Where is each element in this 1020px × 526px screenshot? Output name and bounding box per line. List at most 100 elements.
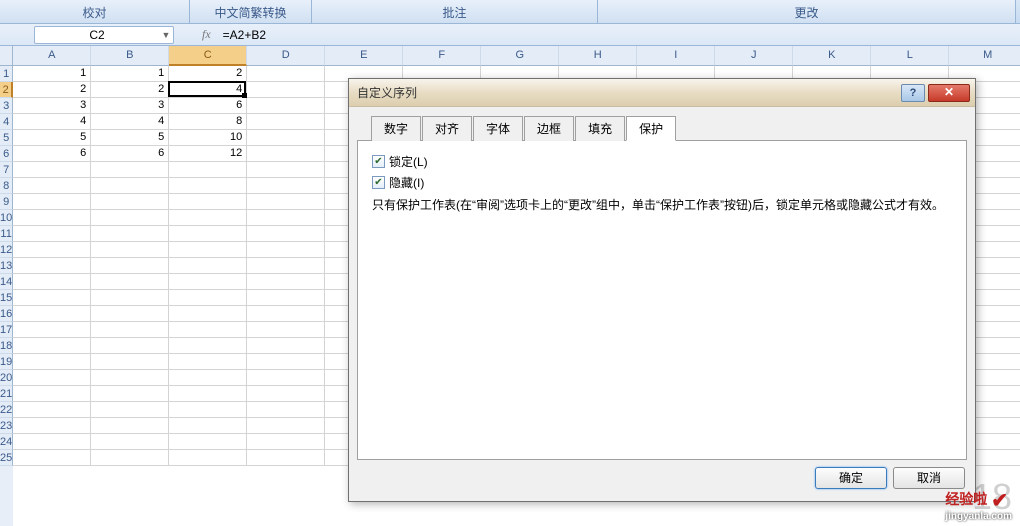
row-header[interactable]: 14 xyxy=(0,274,13,290)
ok-button[interactable]: 确定 xyxy=(815,467,887,489)
column-header[interactable]: F xyxy=(403,46,481,66)
cell[interactable] xyxy=(247,98,325,114)
cell[interactable] xyxy=(247,370,325,386)
cell[interactable] xyxy=(247,242,325,258)
cell[interactable] xyxy=(247,418,325,434)
row-header[interactable]: 20 xyxy=(0,370,13,386)
row-header[interactable]: 11 xyxy=(0,226,13,242)
cell[interactable] xyxy=(91,386,169,402)
column-header[interactable]: C xyxy=(169,46,247,66)
cell[interactable] xyxy=(91,418,169,434)
cell[interactable] xyxy=(169,242,247,258)
cell[interactable] xyxy=(247,130,325,146)
formula-input[interactable]: =A2+B2 xyxy=(219,28,270,42)
name-box[interactable]: C2 ▼ xyxy=(34,26,174,44)
cell[interactable] xyxy=(169,210,247,226)
row-header[interactable]: 10 xyxy=(0,210,13,226)
column-header[interactable]: J xyxy=(715,46,793,66)
cell[interactable] xyxy=(91,290,169,306)
cell[interactable] xyxy=(169,386,247,402)
cell[interactable] xyxy=(13,434,91,450)
lock-checkbox[interactable]: ✔ xyxy=(372,155,385,168)
row-header[interactable]: 22 xyxy=(0,402,13,418)
cancel-button[interactable]: 取消 xyxy=(893,467,965,489)
cell[interactable]: 2 xyxy=(13,82,91,98)
ribbon-group[interactable]: 中文简繁转换 xyxy=(190,0,312,23)
column-header[interactable]: M xyxy=(949,46,1020,66)
cell[interactable] xyxy=(13,290,91,306)
cell[interactable] xyxy=(13,274,91,290)
column-header[interactable]: B xyxy=(91,46,169,66)
cell[interactable] xyxy=(247,194,325,210)
hide-checkbox[interactable]: ✔ xyxy=(372,176,385,189)
cell[interactable] xyxy=(247,162,325,178)
ribbon-group[interactable]: 校对 xyxy=(0,0,190,23)
cell[interactable]: 8 xyxy=(169,114,247,130)
row-header[interactable]: 4 xyxy=(0,114,13,130)
row-header[interactable]: 3 xyxy=(0,98,13,114)
dialog-tab[interactable]: 填充 xyxy=(575,116,625,141)
cell[interactable] xyxy=(91,354,169,370)
cell[interactable] xyxy=(247,306,325,322)
cell[interactable] xyxy=(247,354,325,370)
cell[interactable]: 1 xyxy=(13,66,91,82)
row-header[interactable]: 2 xyxy=(0,82,13,98)
dialog-tab[interactable]: 对齐 xyxy=(422,116,472,141)
column-header[interactable]: H xyxy=(559,46,637,66)
cell[interactable] xyxy=(169,258,247,274)
row-header[interactable]: 13 xyxy=(0,258,13,274)
cell[interactable] xyxy=(169,162,247,178)
cell[interactable] xyxy=(247,402,325,418)
cell[interactable] xyxy=(13,178,91,194)
row-header[interactable]: 6 xyxy=(0,146,13,162)
cell[interactable]: 3 xyxy=(91,98,169,114)
row-header[interactable]: 24 xyxy=(0,434,13,450)
cell[interactable] xyxy=(91,450,169,466)
dialog-tab[interactable]: 边框 xyxy=(524,116,574,141)
cell[interactable] xyxy=(13,386,91,402)
ribbon-group[interactable]: 更改 xyxy=(598,0,1016,23)
cell[interactable] xyxy=(13,226,91,242)
cell[interactable] xyxy=(247,146,325,162)
row-header[interactable]: 9 xyxy=(0,194,13,210)
cell[interactable] xyxy=(91,370,169,386)
cell[interactable]: 2 xyxy=(169,66,247,82)
cell[interactable]: 3 xyxy=(13,98,91,114)
cell[interactable] xyxy=(247,226,325,242)
row-header[interactable]: 7 xyxy=(0,162,13,178)
cell[interactable] xyxy=(169,434,247,450)
cell[interactable] xyxy=(91,274,169,290)
cell[interactable] xyxy=(13,338,91,354)
row-header[interactable]: 21 xyxy=(0,386,13,402)
dialog-tab[interactable]: 保护 xyxy=(626,116,676,141)
cell[interactable] xyxy=(247,322,325,338)
cell[interactable]: 6 xyxy=(91,146,169,162)
cell[interactable] xyxy=(247,434,325,450)
cell[interactable]: 4 xyxy=(169,82,247,98)
cell[interactable] xyxy=(247,66,325,82)
cell[interactable] xyxy=(247,338,325,354)
cell[interactable]: 6 xyxy=(169,98,247,114)
row-header[interactable]: 15 xyxy=(0,290,13,306)
cell[interactable]: 5 xyxy=(91,130,169,146)
row-header[interactable]: 23 xyxy=(0,418,13,434)
cell[interactable]: 10 xyxy=(169,130,247,146)
cell[interactable] xyxy=(13,370,91,386)
cell[interactable] xyxy=(13,354,91,370)
select-all-corner[interactable] xyxy=(0,46,13,66)
cell[interactable] xyxy=(91,178,169,194)
column-header[interactable]: L xyxy=(871,46,949,66)
cell[interactable] xyxy=(247,178,325,194)
row-header[interactable]: 8 xyxy=(0,178,13,194)
cell[interactable] xyxy=(169,306,247,322)
cell[interactable] xyxy=(13,194,91,210)
cell[interactable] xyxy=(247,450,325,466)
cell[interactable] xyxy=(247,258,325,274)
cell[interactable] xyxy=(169,354,247,370)
column-header[interactable]: K xyxy=(793,46,871,66)
cell[interactable] xyxy=(13,402,91,418)
cell[interactable] xyxy=(13,322,91,338)
cell[interactable] xyxy=(169,274,247,290)
cell[interactable] xyxy=(13,306,91,322)
column-header[interactable]: A xyxy=(13,46,91,66)
